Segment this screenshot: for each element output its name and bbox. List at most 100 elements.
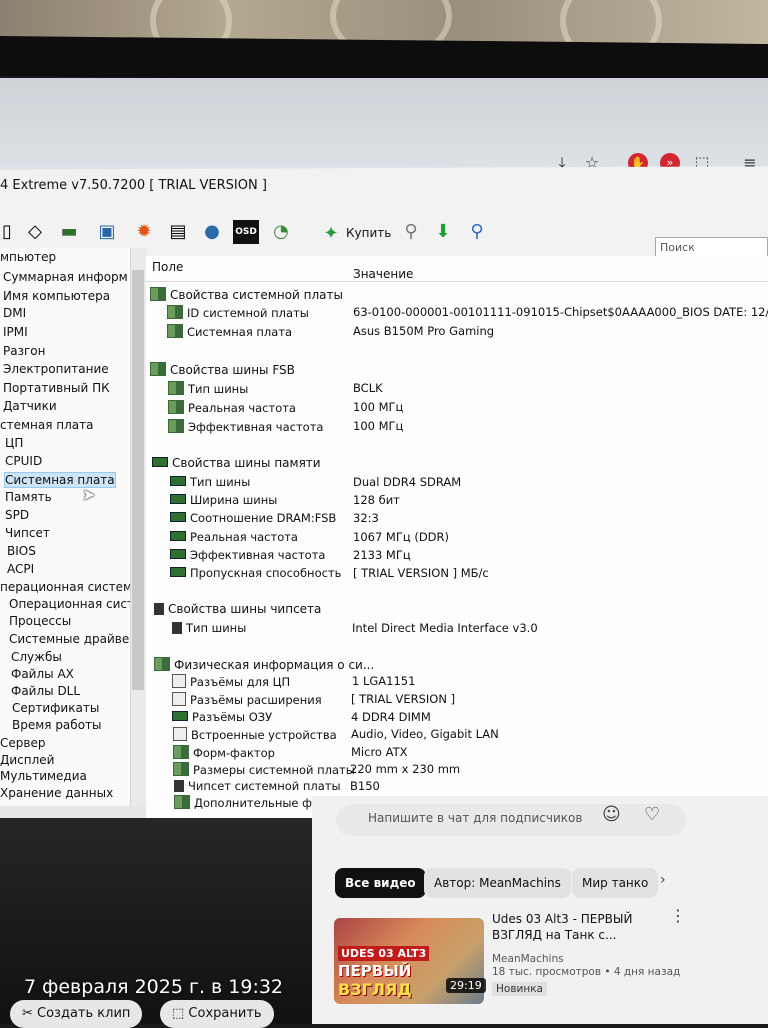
tree-item[interactable]: IPMI — [3, 325, 28, 339]
tree-item[interactable]: Службы — [11, 650, 62, 664]
tree-item[interactable]: Процессы — [9, 614, 71, 628]
property-label: Свойства системной платы — [170, 288, 343, 302]
tree-item[interactable]: Сервер — [0, 736, 45, 750]
property-field[interactable]: Тип шины — [170, 475, 250, 489]
box-icon — [172, 692, 186, 706]
property-label: Эффективная частота — [188, 420, 324, 434]
update-arrow-icon[interactable]: ⬇ — [430, 220, 456, 244]
property-field[interactable]: Эффективная частота — [168, 419, 323, 434]
user-icon[interactable]: ● — [199, 220, 225, 244]
tree-item[interactable]: перационная система — [0, 580, 139, 594]
mem-icon — [170, 476, 186, 486]
tree-item[interactable]: мпьютер — [0, 250, 56, 264]
tree-item-label: Службы — [11, 650, 62, 664]
heart-icon[interactable]: ♡ — [644, 804, 660, 825]
tree-item[interactable]: ЦП — [5, 436, 23, 450]
property-field[interactable]: Ширина шины — [170, 493, 277, 507]
video-channel[interactable]: MeanMachins — [492, 953, 564, 965]
property-value: 63-0100-000001-00101111-091015-Chipset$0… — [353, 305, 768, 319]
video-title[interactable]: Udes 03 Alt3 - ПЕРВЫЙ ВЗГЛЯД на Танк с..… — [492, 911, 662, 943]
cpu-icon[interactable]: ◇ — [22, 220, 48, 244]
tree-item[interactable]: SPD — [5, 508, 29, 522]
tree-item[interactable]: Чипсет — [5, 526, 50, 540]
property-value: 100 МГц — [353, 419, 404, 433]
chip-world-of-tanks[interactable]: Мир танко — [572, 868, 659, 898]
tree-item[interactable]: BIOS — [7, 544, 36, 558]
tree-item-label: Дисплей — [0, 753, 55, 767]
property-label: Форм-фактор — [193, 746, 275, 760]
tree-item[interactable]: Имя компьютера — [3, 289, 110, 303]
tree-item[interactable]: Мультимедиа — [0, 769, 87, 783]
property-field[interactable]: ID системной платы — [167, 305, 309, 320]
video-meta: 18 тыс. просмотров • 4 дня назад — [492, 966, 681, 978]
group-header[interactable]: Свойства шины FSB — [150, 362, 295, 377]
tree-item[interactable]: Операционная систе — [9, 597, 141, 611]
group-header[interactable]: Свойства системной платы — [150, 287, 343, 302]
osd-icon[interactable]: OSD — [233, 220, 259, 244]
search-magnifier-icon[interactable]: ⚲ — [464, 220, 490, 244]
tree-item[interactable]: Хранение данных — [0, 786, 113, 800]
report-icon[interactable]: ▯ — [0, 220, 20, 244]
property-label: Эффективная частота — [190, 548, 326, 562]
sensor-gauge-icon[interactable]: ◔ — [268, 220, 294, 244]
buy-star-icon[interactable]: ✦ — [318, 222, 344, 246]
tree-item[interactable]: стемная плата — [0, 418, 93, 432]
tree-item[interactable]: Электропитание — [3, 362, 109, 376]
buy-button[interactable]: Купить — [346, 226, 391, 240]
property-field[interactable]: Реальная частота — [168, 400, 296, 415]
property-field[interactable]: Встроенные устройства — [173, 727, 337, 742]
tree-item[interactable]: Файлы DLL — [11, 684, 80, 698]
more-options-icon[interactable]: ⋮ — [670, 906, 686, 925]
column-header-value[interactable]: Значение — [353, 267, 413, 281]
group-header[interactable]: Физическая информация о си... — [154, 657, 374, 672]
tree-item[interactable]: Сертификаты — [12, 701, 99, 715]
property-label: Размеры системной платы — [193, 763, 355, 777]
chip-icon — [172, 622, 182, 634]
property-field[interactable]: Размеры системной платы — [173, 762, 355, 777]
property-field[interactable]: Реальная частота — [170, 530, 298, 544]
tree-item[interactable]: Память — [5, 490, 52, 504]
tree-item[interactable]: Файлы AX — [11, 667, 74, 681]
network-icon[interactable]: ▣ — [94, 220, 120, 244]
chip-author[interactable]: Автор: MeanMachins — [424, 868, 571, 898]
property-field[interactable]: Разъёмы расширения — [172, 692, 322, 707]
property-label: Тип шины — [188, 382, 249, 396]
tree-item[interactable]: Системная плата — [4, 472, 116, 488]
property-field[interactable]: Пропускная способность — [170, 566, 341, 580]
chevron-right-icon[interactable]: › — [660, 872, 666, 888]
chip-all-videos[interactable]: Все видео — [335, 868, 426, 898]
tree-item[interactable]: Дисплей — [0, 753, 54, 767]
property-field[interactable]: Форм-фактор — [173, 745, 275, 760]
column-header-field[interactable]: Поле — [152, 260, 183, 274]
tree-item[interactable]: ACPI — [7, 562, 34, 576]
tree-item[interactable]: Время работы — [12, 718, 102, 732]
tree-item[interactable]: CPUID — [5, 454, 42, 468]
property-field[interactable]: Соотношение DRAM:FSB — [170, 511, 336, 525]
group-header[interactable]: Свойства шины памяти — [152, 456, 321, 470]
board-icon — [150, 362, 166, 376]
tree-scrollbar-thumb[interactable] — [132, 270, 144, 690]
tree-item[interactable]: DMI — [3, 306, 26, 320]
box-icon — [173, 727, 187, 741]
property-value: [ TRIAL VERSION ] МБ/с — [353, 566, 489, 580]
tree-item-label: перационная система — [0, 580, 140, 594]
property-field[interactable]: Разъёмы ОЗУ — [172, 710, 272, 724]
emoji-icon[interactable]: ☺ — [602, 804, 621, 825]
tree-item[interactable]: Суммарная информ — [3, 270, 128, 284]
tree-item[interactable]: Разгон — [3, 344, 45, 358]
property-field[interactable]: Системная плата — [167, 324, 292, 339]
property-field[interactable]: Разъёмы для ЦП — [172, 674, 290, 689]
save-label: Сохранить — [188, 1006, 262, 1021]
group-header[interactable]: Свойства шины чипсета — [154, 602, 321, 616]
tree-item[interactable]: Портативный ПК — [3, 381, 110, 395]
memory-icon[interactable]: ▬ — [56, 220, 82, 244]
property-field[interactable]: Эффективная частота — [170, 548, 325, 562]
stress-test-flame-icon[interactable]: ✹ — [131, 220, 157, 244]
property-field[interactable]: Чипсет системной платы — [174, 779, 341, 793]
tree-item[interactable]: Датчики — [3, 399, 57, 413]
property-field[interactable]: Тип шины — [172, 621, 246, 635]
tools-icon[interactable]: ⚲ — [398, 220, 424, 244]
benchmark-icon[interactable]: ▤ — [165, 220, 191, 244]
tree-item[interactable]: Системные драйвер — [9, 632, 137, 646]
property-field[interactable]: Тип шины — [168, 381, 248, 396]
